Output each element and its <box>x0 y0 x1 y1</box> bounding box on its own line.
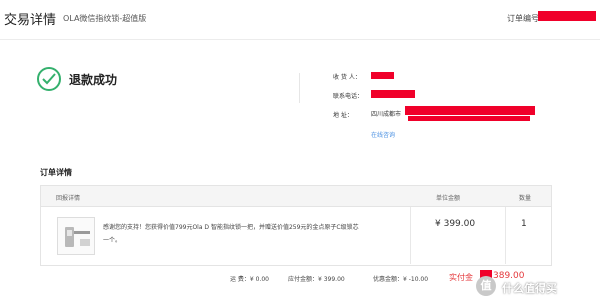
check-circle-icon <box>37 67 61 91</box>
phone-redacted <box>371 90 415 98</box>
column-divider <box>410 207 411 264</box>
address-redacted-2 <box>408 116 530 121</box>
recipient-name-label: 收 货 人： <box>333 74 361 81</box>
column-header-quantity: 数量 <box>519 195 532 202</box>
order-number-label: 订单编号 <box>507 14 539 23</box>
phone-label: 联系电话： <box>333 93 364 100</box>
page-subtitle: OLA微信指纹锁-超值版 <box>63 14 147 23</box>
divider <box>299 73 300 103</box>
order-table: 回报详情 单位金额 数量 感谢您的支持！您获得价值799元Ola D 智能指纹锁… <box>40 185 552 266</box>
page-header: 交易详情 OLA微信指纹锁-超值版 订单编号 <box>0 0 600 40</box>
page-title: 交易详情 <box>4 13 57 28</box>
quantity: 1 <box>521 219 527 229</box>
refund-status: 退款成功 <box>69 73 118 87</box>
address-prefix: 四川成都市 <box>371 111 402 118</box>
address-redacted <box>405 106 535 115</box>
column-header-item: 回报详情 <box>56 195 81 202</box>
column-divider <box>505 207 506 264</box>
watermark-text: 什么值得买 <box>502 282 557 295</box>
product-description: 感谢您的支持！您获得价值799元Ola D 智能指纹锁一把，并赠送价值259元的… <box>103 224 359 244</box>
discount-amount: 优惠金额：¥ -10.00 <box>373 276 429 283</box>
unit-price: ¥ 399.00 <box>435 219 476 229</box>
column-header-price: 单位金额 <box>436 195 461 202</box>
order-number-redacted <box>538 11 596 21</box>
order-detail-title: 订单详情 <box>40 168 72 177</box>
recipient-name-redacted <box>371 72 394 79</box>
table-header: 回报详情 单位金额 数量 <box>41 186 551 207</box>
online-consult-link[interactable]: 在线咨询 <box>371 130 395 139</box>
watermark: 值 什么值得买 <box>476 276 596 298</box>
shipping-fee: 运 费：¥ 0.00 <box>230 276 269 283</box>
product-thumbnail[interactable] <box>57 217 95 255</box>
payable-amount: 应付金额：¥ 399.00 <box>288 276 345 283</box>
address-label: 地 址： <box>333 112 353 119</box>
smzdm-logo-icon: 值 <box>476 276 496 296</box>
paid-amount-label: 实付金 <box>449 273 473 282</box>
